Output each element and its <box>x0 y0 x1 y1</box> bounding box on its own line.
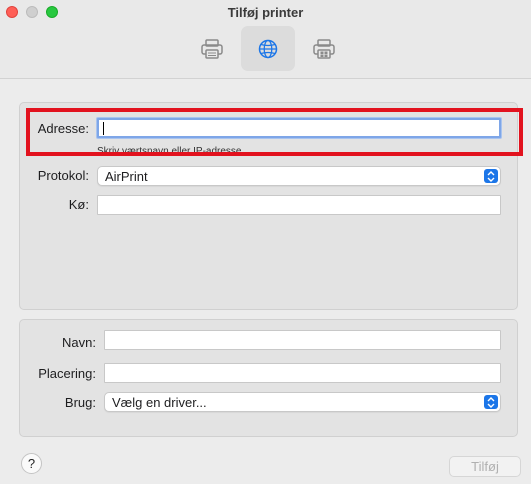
globe-icon <box>258 39 278 58</box>
printer-icon <box>201 38 223 59</box>
protocol-select[interactable]: AirPrint <box>97 166 501 186</box>
driver-select[interactable]: Vælg en driver... <box>104 392 501 412</box>
protocol-label: Protokol: <box>37 168 89 183</box>
highlight-box <box>26 108 523 156</box>
queue-field[interactable] <box>97 195 501 215</box>
add-button[interactable]: Tilføj <box>449 456 521 477</box>
use-label: Brug: <box>64 395 96 410</box>
chevron-updown-icon <box>484 395 498 409</box>
printer-icon <box>313 38 335 59</box>
window-title: Tilføj printer <box>227 5 304 20</box>
location-field[interactable] <box>104 363 501 383</box>
name-field[interactable] <box>104 330 501 350</box>
toolbar-ip-button[interactable] <box>241 26 295 71</box>
toolbar-windows-printer-button[interactable] <box>297 26 351 71</box>
toolbar-default-printer-button[interactable] <box>185 26 239 71</box>
help-button[interactable]: ? <box>21 453 42 474</box>
protocol-value: AirPrint <box>105 169 148 184</box>
window-titlebar: Tilføj printer <box>0 0 531 79</box>
location-label: Placering: <box>38 366 96 381</box>
driver-value: Vælg en driver... <box>112 395 207 410</box>
chevron-updown-icon <box>484 169 498 183</box>
queue-label: Kø: <box>68 197 89 212</box>
name-label: Navn: <box>62 335 96 350</box>
